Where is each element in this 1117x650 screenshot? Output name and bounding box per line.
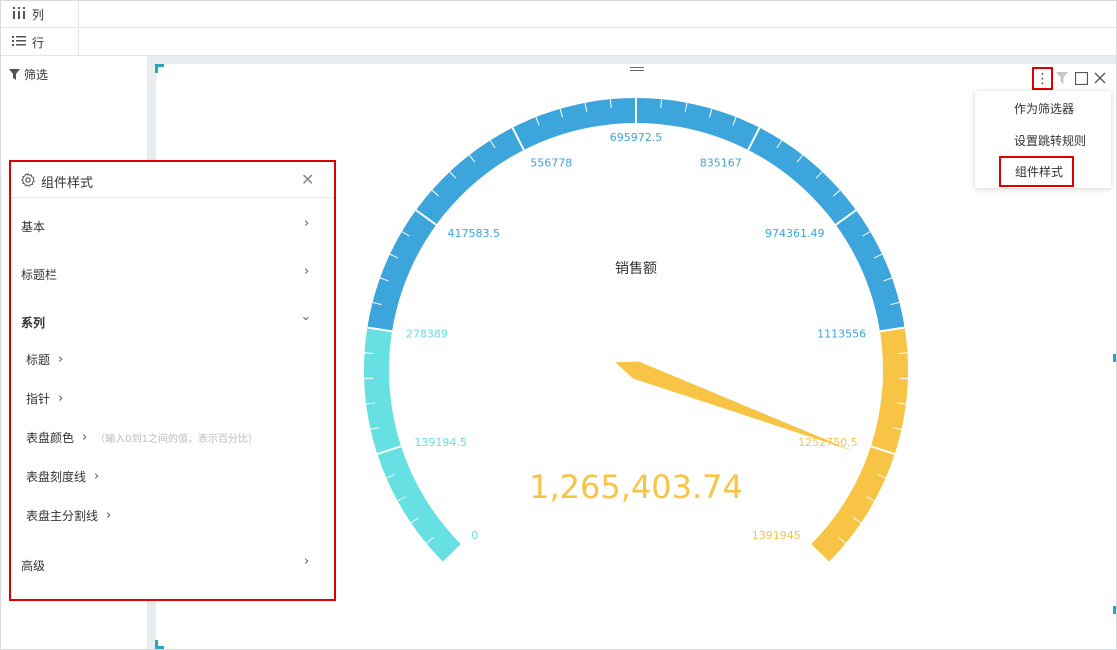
gauge-tick-label: 139194.5 [414,436,467,449]
section-label: 标题栏 [21,268,58,282]
chevron-down-icon[interactable]: › [298,316,313,321]
gear-icon [21,173,35,187]
section-advanced[interactable]: 高级 [21,557,45,574]
series-item-label: 指针 [26,392,51,406]
gauge-title: 销售额 [615,261,657,277]
gauge-tick-label: 695972.5 [610,131,663,144]
series-item-label: 标题 [26,353,51,367]
chevron-right-icon[interactable]: › [304,264,309,279]
series-item-label: 表盘刻度线 [26,470,87,484]
menu-item-component-style[interactable]: 组件样式 [999,156,1074,187]
chevron-right-icon[interactable]: › [304,554,309,569]
gauge-tick-label: 1391945 [752,529,801,542]
gauge-tick-label: 278389 [406,328,448,341]
filter-icon-toolbar[interactable] [1055,71,1069,85]
panel-close-icon[interactable]: ✕ [301,170,314,189]
series-item-title[interactable]: 标题 › [26,351,63,368]
gauge-value: 1,265,403.74 [529,468,743,506]
section-label: 高级 [21,559,46,573]
menu-item-use-as-filter[interactable]: 作为筛选器 [975,94,1111,122]
filter-area[interactable]: 筛选 [9,66,48,83]
gauge-tick-label: 974361.49 [765,227,825,240]
gauge-tick-label: 1113556 [817,328,866,341]
rows-icon [11,35,27,50]
chevron-right-icon: › [58,352,64,367]
menu-item-label: 作为筛选器 [1014,101,1075,116]
section-series[interactable]: 系列 [21,314,45,331]
maximize-icon[interactable] [1074,71,1088,85]
close-icon[interactable] [1093,71,1107,85]
columns-shelf[interactable]: 列 [1,1,1116,28]
canvas-top-band [156,56,1116,64]
rows-label: 行 [32,35,45,50]
chevron-right-icon: › [94,469,100,484]
panel-header: 组件样式 ✕ [11,162,334,198]
dial-color-hint: （输入0到1之间的值，表示百分比） [95,434,258,445]
gauge-tick-label: 0 [471,529,478,542]
section-label: 基本 [21,220,46,234]
series-item-dial-ticks[interactable]: 表盘刻度线 › [26,468,99,485]
columns-shelf-label-box: 列 [1,1,79,27]
more-options-icon[interactable]: ⋮ [1032,67,1053,90]
gauge-tick-label: 835167 [700,156,742,169]
chevron-right-icon: › [58,391,64,406]
series-item-label: 表盘主分割线 [26,509,99,523]
rows-shelf-label-box: 行 [1,29,79,55]
widget-menu: 作为筛选器 设置跳转规则 组件样式 [975,91,1111,188]
component-style-panel: 组件样式 ✕ 基本 › 标题栏 › 系列 › 标题 › 指针 › 表盘颜色 › （输入0… [9,160,336,601]
section-label: 系列 [21,316,46,330]
rows-shelf[interactable]: 行 [1,29,1116,56]
gauge-tick [364,352,374,354]
gauge-tick-label: 556778 [530,156,572,169]
section-basic[interactable]: 基本 [21,218,45,235]
series-item-dial-color[interactable]: 表盘颜色 › （输入0到1之间的值，表示百分比） [26,429,258,446]
series-item-pointer[interactable]: 指针 › [26,390,63,407]
menu-item-jump-rules[interactable]: 设置跳转规则 [975,126,1111,154]
columns-icon [11,6,27,22]
columns-label: 列 [32,7,45,22]
chevron-right-icon: › [106,508,112,523]
chevron-right-icon: › [82,430,88,445]
section-title-bar[interactable]: 标题栏 [21,266,57,283]
chevron-right-icon[interactable]: › [304,216,309,231]
panel-title: 组件样式 [41,176,94,191]
gauge-tick-label: 417583.5 [447,227,500,240]
filter-icon [9,69,20,80]
gauge-tick [898,352,908,354]
series-item-label: 表盘颜色 [26,431,75,445]
filter-label: 筛选 [24,68,49,82]
series-item-dial-split-lines[interactable]: 表盘主分割线 › [26,507,111,524]
gauge-pointer [615,361,854,452]
menu-item-label: 设置跳转规则 [1014,133,1087,148]
menu-item-label: 组件样式 [1015,165,1064,179]
